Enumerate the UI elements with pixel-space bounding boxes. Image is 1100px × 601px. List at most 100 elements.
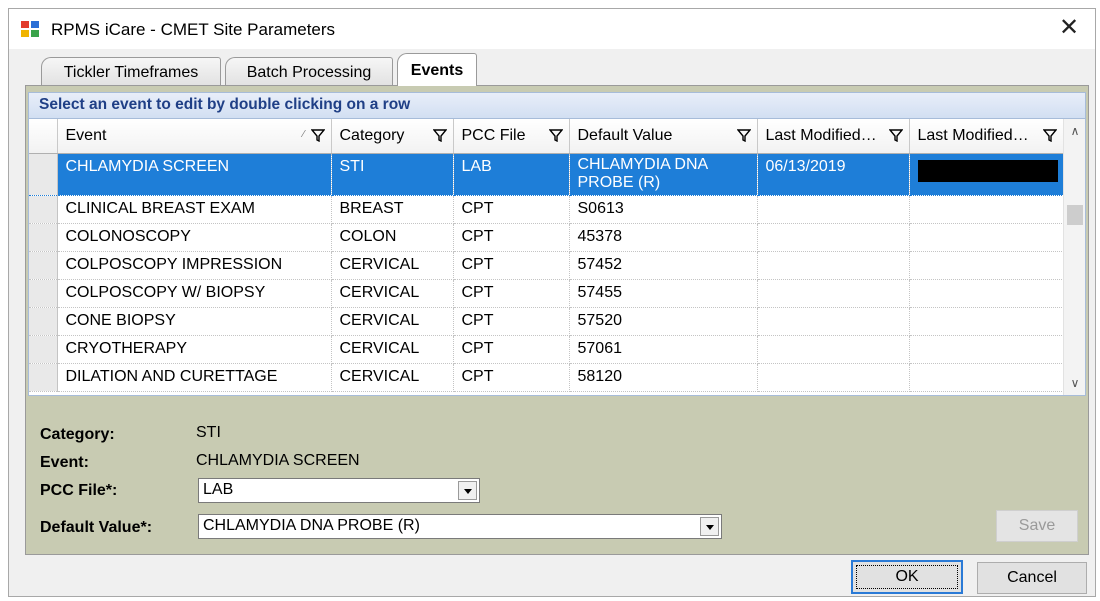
table-row[interactable]: CONE BIOPSY CERVICAL CPT 57520	[29, 307, 1064, 336]
ok-button[interactable]: OK	[851, 560, 963, 594]
cell-last-modified-by[interactable]	[909, 223, 1064, 252]
cell-last-modified-date[interactable]	[757, 363, 910, 392]
cell-pcc-file[interactable]: LAB	[453, 153, 570, 196]
cell-default-value[interactable]: 45378	[569, 223, 758, 252]
cell-last-modified-by[interactable]	[909, 363, 1064, 392]
row-selector[interactable]	[29, 279, 58, 308]
tab-batch-processing[interactable]: Batch Processing	[225, 57, 393, 85]
cell-last-modified-by[interactable]	[909, 279, 1064, 308]
cell-category[interactable]: CERVICAL	[331, 363, 454, 392]
close-icon[interactable]: ✕	[1051, 13, 1087, 45]
cell-event[interactable]: CRYOTHERAPY	[57, 335, 332, 364]
cancel-button[interactable]: Cancel	[977, 562, 1087, 594]
cell-last-modified-date[interactable]	[757, 251, 910, 280]
cell-pcc-file[interactable]: CPT	[453, 223, 570, 252]
cell-default-value[interactable]: S0613	[569, 195, 758, 224]
scroll-up-icon[interactable]: ∧	[1064, 119, 1085, 143]
cell-last-modified-date[interactable]	[757, 335, 910, 364]
row-selector[interactable]	[29, 307, 58, 336]
cell-event[interactable]: COLPOSCOPY IMPRESSION	[57, 251, 332, 280]
column-header-label: Category	[339, 126, 405, 144]
filter-icon[interactable]	[432, 128, 447, 142]
table-row[interactable]: CRYOTHERAPY CERVICAL CPT 57061	[29, 335, 1064, 364]
cell-default-value[interactable]: 58120	[569, 363, 758, 392]
row-selector[interactable]	[29, 223, 58, 252]
cell-event[interactable]: CHLAMYDIA SCREEN	[57, 153, 332, 196]
cell-category[interactable]: CERVICAL	[331, 279, 454, 308]
column-header-default-value[interactable]: Default Value	[569, 119, 758, 154]
column-header-event[interactable]: Event ⁄	[57, 119, 332, 154]
default-value-label: Default Value*:	[40, 519, 153, 536]
tab-events[interactable]: Events	[397, 53, 477, 86]
cell-event[interactable]: COLONOSCOPY	[57, 223, 332, 252]
cell-default-value[interactable]: CHLAMYDIA DNA PROBE (R)	[569, 153, 758, 196]
row-selector[interactable]	[29, 195, 58, 224]
row-selector[interactable]	[29, 363, 58, 392]
vertical-scrollbar[interactable]: ∧ ∨	[1063, 119, 1085, 395]
column-header-category[interactable]: Category	[331, 119, 454, 154]
filter-icon[interactable]	[548, 128, 563, 142]
cell-category[interactable]: CERVICAL	[331, 335, 454, 364]
cell-pcc-file[interactable]: CPT	[453, 335, 570, 364]
table-row[interactable]: CHLAMYDIA SCREEN STI LAB CHLAMYDIA DNA P…	[29, 153, 1064, 196]
filter-icon[interactable]	[736, 128, 751, 142]
column-header-label: Last Modified…	[765, 126, 877, 144]
events-grid: Event ⁄ Category PCC File Default Value L…	[28, 118, 1086, 396]
chevron-down-icon[interactable]	[458, 481, 477, 500]
column-header-last-modified-date[interactable]: Last Modified…	[757, 119, 910, 154]
row-selector[interactable]	[29, 153, 58, 196]
cell-pcc-file[interactable]: CPT	[453, 363, 570, 392]
cell-category[interactable]: CERVICAL	[331, 307, 454, 336]
row-selector[interactable]	[29, 251, 58, 280]
cell-last-modified-by[interactable]	[909, 307, 1064, 336]
pcc-file-label: PCC File*:	[40, 482, 118, 499]
cell-default-value[interactable]: 57061	[569, 335, 758, 364]
tab-strip: Tickler Timeframes Batch Processing Even…	[29, 53, 829, 86]
cell-default-value[interactable]: 57452	[569, 251, 758, 280]
table-row[interactable]: COLPOSCOPY W/ BIOPSY CERVICAL CPT 57455	[29, 279, 1064, 308]
row-selector[interactable]	[29, 335, 58, 364]
event-label: Event:	[40, 454, 89, 471]
table-row[interactable]: CLINICAL BREAST EXAM BREAST CPT S0613	[29, 195, 1064, 224]
cell-category[interactable]: STI	[331, 153, 454, 196]
cell-last-modified-by[interactable]	[909, 251, 1064, 280]
filter-icon[interactable]	[1042, 128, 1057, 142]
cell-default-value[interactable]: 57520	[569, 307, 758, 336]
filter-icon[interactable]	[888, 128, 903, 142]
cell-pcc-file[interactable]: CPT	[453, 307, 570, 336]
events-panel: Select an event to edit by double clicki…	[25, 85, 1089, 555]
table-row[interactable]: DILATION AND CURETTAGE CERVICAL CPT 5812…	[29, 363, 1064, 392]
save-button[interactable]: Save	[996, 510, 1078, 542]
tab-tickler-timeframes[interactable]: Tickler Timeframes	[41, 57, 221, 85]
pcc-file-dropdown[interactable]: LAB	[198, 478, 480, 503]
cell-last-modified-date[interactable]	[757, 195, 910, 224]
cell-category[interactable]: CERVICAL	[331, 251, 454, 280]
default-value-dropdown[interactable]: CHLAMYDIA DNA PROBE (R)	[198, 514, 722, 539]
cell-pcc-file[interactable]: CPT	[453, 279, 570, 308]
cell-event[interactable]: COLPOSCOPY W/ BIOPSY	[57, 279, 332, 308]
cell-event[interactable]: CLINICAL BREAST EXAM	[57, 195, 332, 224]
cell-category[interactable]: BREAST	[331, 195, 454, 224]
scroll-down-icon[interactable]: ∨	[1064, 371, 1085, 395]
filter-icon[interactable]	[310, 128, 325, 142]
table-row[interactable]: COLPOSCOPY IMPRESSION CERVICAL CPT 57452	[29, 251, 1064, 280]
cell-pcc-file[interactable]: CPT	[453, 251, 570, 280]
cell-last-modified-by[interactable]	[909, 195, 1064, 224]
cell-last-modified-by[interactable]	[909, 335, 1064, 364]
cell-category[interactable]: COLON	[331, 223, 454, 252]
cell-event[interactable]: CONE BIOPSY	[57, 307, 332, 336]
chevron-down-icon[interactable]	[700, 517, 719, 536]
cell-last-modified-date[interactable]	[757, 223, 910, 252]
cell-pcc-file[interactable]: CPT	[453, 195, 570, 224]
table-row[interactable]: COLONOSCOPY COLON CPT 45378	[29, 223, 1064, 252]
cell-default-value[interactable]: 57455	[569, 279, 758, 308]
row-selector-header	[29, 119, 58, 154]
cell-last-modified-date[interactable]: 06/13/2019	[757, 153, 910, 196]
scroll-thumb[interactable]	[1067, 205, 1083, 225]
cell-event[interactable]: DILATION AND CURETTAGE	[57, 363, 332, 392]
cell-last-modified-by[interactable]	[909, 153, 1064, 196]
column-header-last-modified-by[interactable]: Last Modified…	[909, 119, 1064, 154]
cell-last-modified-date[interactable]	[757, 307, 910, 336]
column-header-pcc-file[interactable]: PCC File	[453, 119, 570, 154]
cell-last-modified-date[interactable]	[757, 279, 910, 308]
